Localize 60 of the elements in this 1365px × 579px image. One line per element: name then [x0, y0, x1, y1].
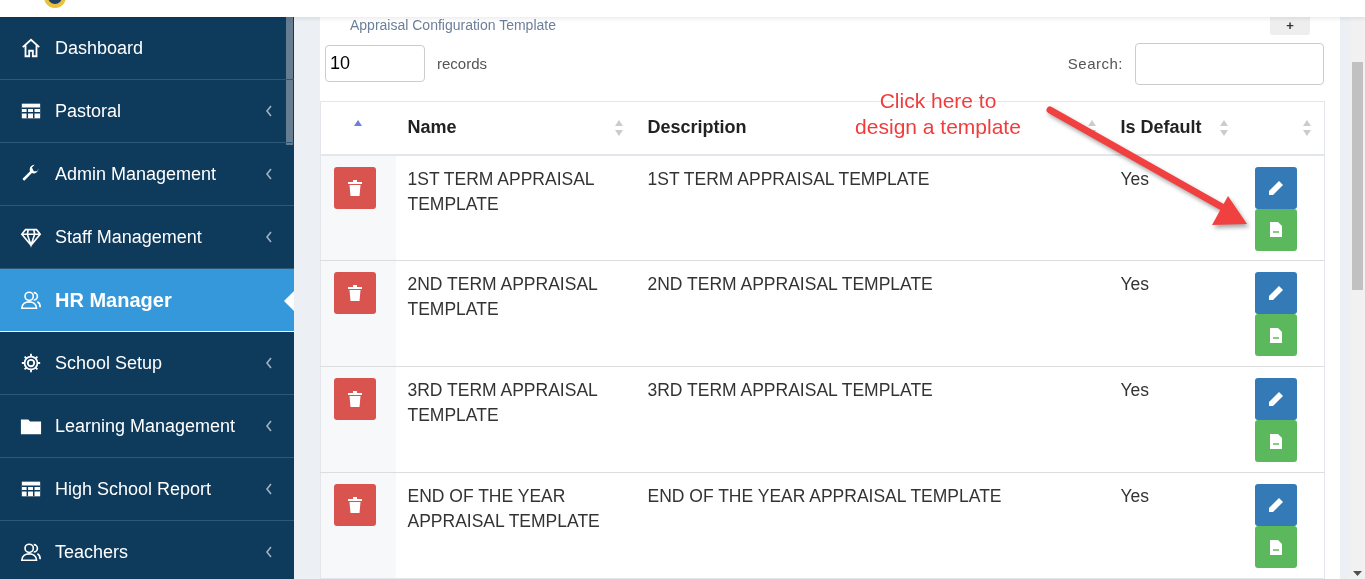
trash-icon [348, 285, 362, 301]
scrollbar-thumb[interactable] [1352, 62, 1363, 290]
csv-button[interactable] [1254, 314, 1297, 356]
sidebar-item[interactable]: Admin Management [0, 143, 294, 206]
table-cell: Yes [1108, 366, 1241, 473]
edit-button[interactable] [1254, 378, 1297, 420]
delete-button[interactable] [334, 272, 376, 314]
column-header[interactable]: Is Default [1120, 117, 1202, 138]
scrollbar-thumb[interactable] [286, 17, 293, 145]
file-icon [1269, 433, 1282, 449]
search-label: Search: [1067, 55, 1123, 72]
scroll-down-icon[interactable] [1353, 571, 1362, 576]
sidebar-item[interactable]: School Setup [0, 332, 294, 395]
pencil-icon [1267, 179, 1284, 196]
users-icon [20, 289, 42, 311]
edit-button[interactable] [1254, 166, 1297, 209]
column-header[interactable]: Description [647, 117, 747, 138]
table-cell: 2ND TERM APPRAISAL TEMPLATE [635, 260, 1109, 367]
file-icon [1269, 539, 1282, 555]
table-cell: END OF THE YEAR APPRAISAL TEMPLATE [635, 472, 1109, 579]
delete-button[interactable] [334, 166, 376, 209]
trash-icon [348, 497, 362, 513]
users-icon [20, 541, 42, 563]
gear-icon [20, 352, 42, 374]
home-icon [20, 37, 42, 59]
sidebar-item[interactable]: Pastoral [0, 80, 294, 143]
table-cell: 3RD TERM APPRAISAL TEMPLATE [635, 366, 1109, 473]
annotation-text: Click here to design a template [854, 88, 1022, 140]
table-cell: 2ND TERM APPRAISAL TEMPLATE [395, 260, 636, 367]
csv-button[interactable] [1254, 420, 1297, 462]
page-length-field[interactable]: 10 [325, 45, 425, 82]
delete-button[interactable] [334, 484, 376, 526]
table-cell: Yes [1108, 260, 1241, 367]
page-title: Appraisal Configuration Template [350, 17, 556, 33]
sidebar-item[interactable]: Teachers [0, 521, 294, 579]
pencil-icon [1267, 391, 1284, 407]
csv-button[interactable] [1254, 526, 1297, 568]
table-cell: 1ST TERM APPRAISAL TEMPLATE [395, 154, 636, 261]
table-cell: END OF THE YEAR APPRAISAL TEMPLATE [395, 472, 636, 579]
diamond-icon [20, 226, 42, 248]
pencil-icon [1267, 497, 1284, 513]
column-header[interactable]: Name [407, 117, 457, 138]
table-cell: 1ST TERM APPRAISAL TEMPLATE [635, 154, 1109, 261]
edit-button[interactable] [1254, 484, 1297, 526]
csv-button[interactable] [1254, 208, 1297, 251]
add-button[interactable]: + [1270, 17, 1310, 35]
trash-icon [348, 179, 362, 196]
trash-icon [348, 391, 362, 407]
table-cell: Yes [1108, 472, 1241, 579]
sidebar-item[interactable]: Learning Management [0, 395, 294, 458]
sidebar-item[interactable]: Dashboard [0, 17, 294, 80]
table-cell: 3RD TERM APPRAISAL TEMPLATE [395, 366, 636, 473]
delete-button[interactable] [334, 378, 376, 420]
edit-button[interactable] [1254, 272, 1297, 314]
pencil-icon [1267, 285, 1284, 301]
records-label: records [437, 55, 488, 72]
file-icon [1269, 222, 1282, 237]
search-field[interactable] [1135, 42, 1324, 85]
sidebar-item[interactable]: High School Report [0, 458, 294, 521]
file-icon [1269, 327, 1282, 343]
